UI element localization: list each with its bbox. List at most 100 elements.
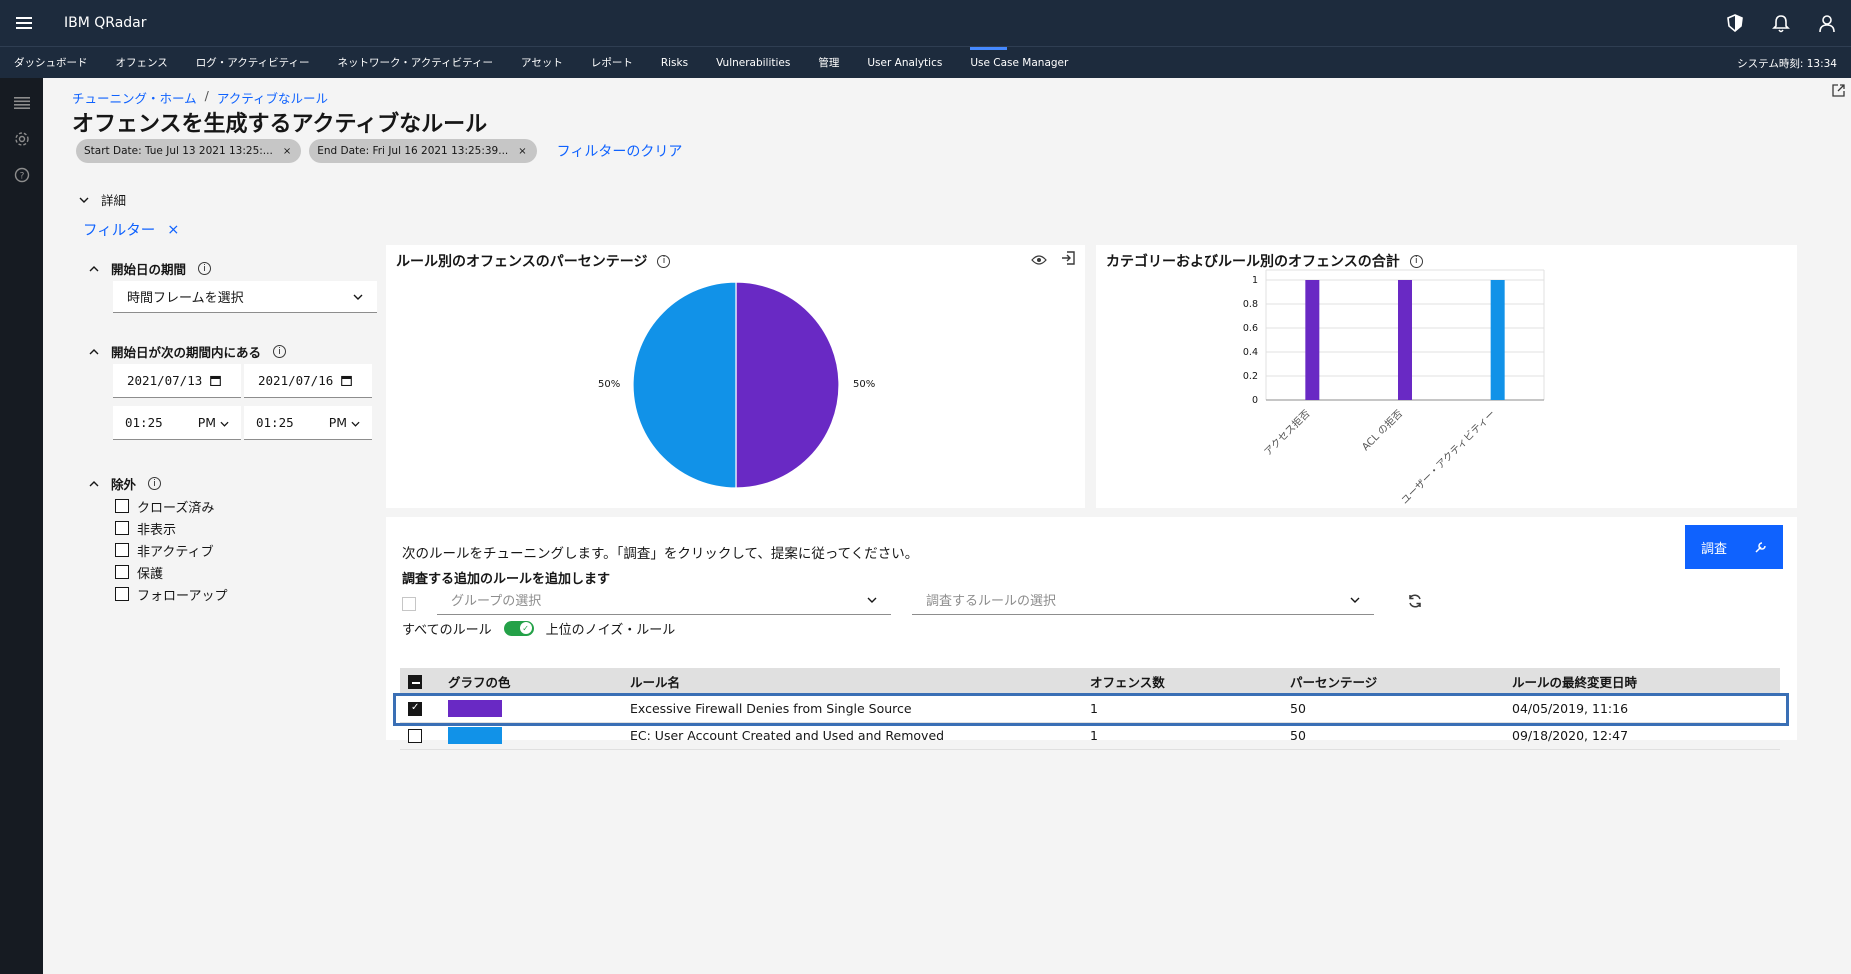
gear-icon[interactable] (0, 121, 43, 157)
timeframe-select[interactable]: 時間フレームを選択 (113, 281, 377, 313)
chevron-up-icon (89, 265, 99, 271)
option-label: 非アクティブ (137, 544, 214, 560)
last-modified-cell: 09/18/2020, 12:47 (1504, 722, 1780, 750)
tuning-instruction: 次のルールをチューニングします。「調査」をクリックして、提案に従ってください。 (402, 546, 919, 562)
calendar-icon[interactable] (341, 375, 353, 386)
exclude-protected-option[interactable]: 保護 (115, 561, 227, 583)
from-ampm-value: PM (197, 415, 217, 430)
main-nav: ダッシュボード オフェンス ログ・アクティビティー ネットワーク・アクティビティ… (0, 46, 1851, 78)
bar (1490, 280, 1505, 400)
details-toggle[interactable]: 詳細 (79, 190, 126, 209)
x-tick-label: ACL の拒否 (1359, 407, 1405, 453)
pie-label-left: 50% (598, 379, 621, 390)
nav-use-case-manager[interactable]: Use Case Manager (956, 46, 1082, 79)
exclude-facet-header[interactable]: 除外 i (89, 474, 162, 493)
menu-icon[interactable] (0, 0, 48, 46)
calendar-icon[interactable] (210, 375, 222, 386)
group-select[interactable]: グループの選択 (437, 585, 891, 615)
start-period-title: 開始日の期間 (111, 262, 187, 277)
exclude-followup-option[interactable]: フォローアップ (115, 583, 227, 605)
investigate-button[interactable]: 調査 (1685, 525, 1783, 569)
col-offense-count[interactable]: オフェンス数 (1082, 668, 1282, 695)
checkbox[interactable] (115, 587, 129, 601)
page-title: オフェンスを生成するアクティブなルール (72, 112, 488, 137)
filter-label: フィルター (83, 223, 156, 239)
row-checkbox[interactable] (408, 702, 422, 716)
nav-log-activity[interactable]: ログ・アクティビティー (182, 47, 324, 79)
filter-close-icon[interactable]: × (167, 222, 179, 238)
user-avatar-icon[interactable] (1817, 13, 1837, 33)
checkbox[interactable] (115, 543, 129, 557)
notification-bell-icon[interactable] (1771, 13, 1791, 33)
from-date-input[interactable]: 2021/07/13 (113, 364, 241, 398)
select-all-rows-checkbox[interactable] (408, 675, 422, 690)
list-menu-icon[interactable] (0, 85, 43, 121)
col-graph-color[interactable]: グラフの色 (440, 668, 622, 695)
checkbox[interactable] (115, 565, 129, 579)
nav-admin[interactable]: 管理 (804, 47, 853, 79)
nav-dashboard[interactable]: ダッシュボード (0, 47, 102, 79)
external-link-icon[interactable] (1832, 82, 1845, 101)
row-checkbox[interactable] (408, 729, 422, 744)
refresh-icon[interactable] (1407, 593, 1423, 613)
start-between-title: 開始日が次の期間内にある (111, 345, 262, 360)
select-all-group-checkbox[interactable] (402, 597, 416, 611)
exclude-inactive-option[interactable]: 非アクティブ (115, 539, 227, 561)
exclude-options: クローズ済み 非表示 非アクティブ 保護 フォローアップ (115, 495, 227, 605)
nav-network-activity[interactable]: ネットワーク・アクティビティー (324, 47, 508, 79)
col-percentage[interactable]: パーセンテージ (1282, 668, 1504, 695)
x-tick-label: アクセス拒否 (1261, 407, 1312, 458)
start-period-facet-header[interactable]: 開始日の期間 i (89, 259, 212, 278)
chevron-down-icon (79, 197, 89, 203)
top-noise-label: 上位のノイズ・ルール (545, 623, 676, 638)
shield-icon[interactable] (1725, 13, 1745, 33)
noise-rules-toggle[interactable] (503, 621, 534, 636)
filter-chips: Start Date: Tue Jul 13 2021 13:25:... × … (76, 139, 682, 163)
info-icon[interactable]: i (198, 262, 212, 275)
clear-filter-link[interactable]: フィルターのクリア (557, 141, 683, 161)
details-label: 詳細 (101, 193, 127, 208)
help-icon[interactable]: ? (0, 157, 43, 193)
filter-tag[interactable]: フィルター × (83, 219, 179, 240)
to-date-input[interactable]: 2021/07/16 (244, 364, 372, 398)
col-rule-name[interactable]: ルール名 (622, 668, 1082, 695)
rule-name-cell: Excessive Firewall Denies from Single So… (622, 695, 1082, 723)
left-rail: ? (0, 78, 43, 974)
from-ampm-select[interactable]: PM (198, 415, 229, 430)
nav-risks[interactable]: Risks (647, 47, 702, 79)
checkbox[interactable] (115, 521, 129, 535)
info-icon[interactable]: i (148, 477, 162, 490)
from-time-input[interactable]: 01:25 PM (113, 406, 241, 440)
info-icon[interactable]: i (273, 345, 287, 358)
end-date-chip-close-icon[interactable]: × (518, 146, 526, 157)
breadcrumb-home[interactable]: チューニング・ホーム (72, 88, 197, 107)
nav-vulnerabilities[interactable]: Vulnerabilities (702, 47, 804, 79)
col-last-modified[interactable]: ルールの最終変更日時 (1504, 668, 1780, 695)
nav-user-analytics[interactable]: User Analytics (853, 47, 956, 79)
to-time-input[interactable]: 01:25 PM (244, 406, 372, 440)
table-row[interactable]: Excessive Firewall Denies from Single So… (400, 695, 1780, 723)
graph-color-swatch (448, 727, 502, 744)
breadcrumb-separator: / (204, 88, 209, 103)
option-label: 保護 (137, 566, 164, 582)
nav-reports[interactable]: レポート (577, 47, 647, 79)
table-row[interactable]: EC: User Account Created and Used and Re… (400, 722, 1780, 750)
rule-select[interactable]: 調査するルールの選択 (912, 585, 1374, 615)
timeframe-select-value: 時間フレームを選択 (127, 291, 244, 306)
exclude-hidden-option[interactable]: 非表示 (115, 517, 227, 539)
checkbox[interactable] (115, 499, 129, 513)
exclude-closed-option[interactable]: クローズ済み (115, 495, 227, 517)
nav-assets[interactable]: アセット (507, 47, 577, 79)
start-between-facet-header[interactable]: 開始日が次の期間内にある i (89, 342, 287, 361)
nav-offenses[interactable]: オフェンス (102, 47, 182, 79)
option-label: 非表示 (137, 522, 177, 538)
breadcrumb-current[interactable]: アクティブなルール (217, 88, 328, 107)
end-date-chip[interactable]: End Date: Fri Jul 16 2021 13:25:39... × (309, 139, 537, 163)
y-tick-label: 0.4 (1243, 347, 1258, 358)
start-date-chip[interactable]: Start Date: Tue Jul 13 2021 13:25:... × (76, 139, 302, 163)
rule-name-cell: EC: User Account Created and Used and Re… (622, 722, 1082, 750)
x-tick-label: ユーザー・アクティビティー (1399, 408, 1498, 507)
start-date-chip-close-icon[interactable]: × (283, 146, 291, 157)
to-ampm-select[interactable]: PM (329, 415, 360, 430)
offense-count-cell: 1 (1082, 695, 1282, 723)
